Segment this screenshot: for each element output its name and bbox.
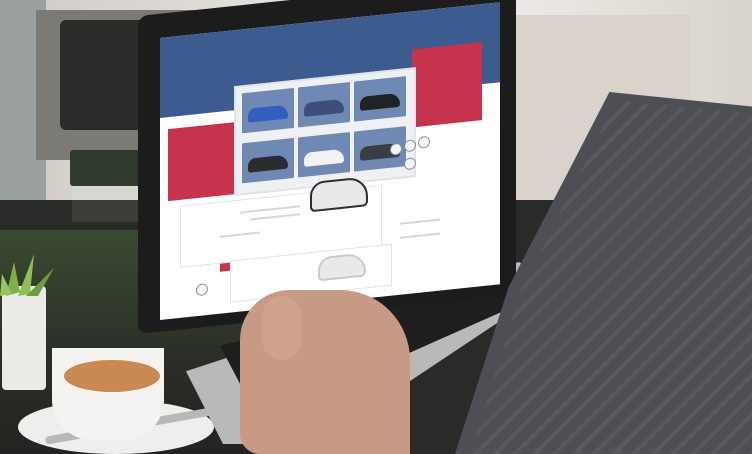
- website-accent-block: [412, 42, 482, 128]
- car-thumbnail[interactable]: [298, 82, 350, 128]
- car-thumbnail[interactable]: [242, 87, 294, 134]
- car-thumbnail[interactable]: [298, 132, 350, 178]
- coffee: [60, 356, 164, 396]
- plant-pot: [2, 286, 46, 390]
- car-image: [248, 104, 288, 123]
- car-gallery: [234, 67, 416, 197]
- listing-car-image: [318, 252, 366, 282]
- car-image: [248, 154, 288, 173]
- featured-car-image: [310, 176, 368, 213]
- car-image: [360, 92, 400, 111]
- category-icon[interactable]: [418, 135, 430, 149]
- person-finger: [262, 296, 302, 360]
- car-image: [304, 148, 344, 167]
- text-line: [400, 232, 440, 239]
- laptop-screen: [160, 2, 500, 321]
- car-thumbnail[interactable]: [354, 76, 406, 122]
- car-thumbnail[interactable]: [242, 137, 294, 184]
- plant-leaves: [0, 254, 54, 296]
- website-accent-block: [168, 122, 236, 202]
- text-line: [400, 218, 440, 225]
- brand-logo-icon: [196, 282, 208, 297]
- car-image: [304, 98, 344, 117]
